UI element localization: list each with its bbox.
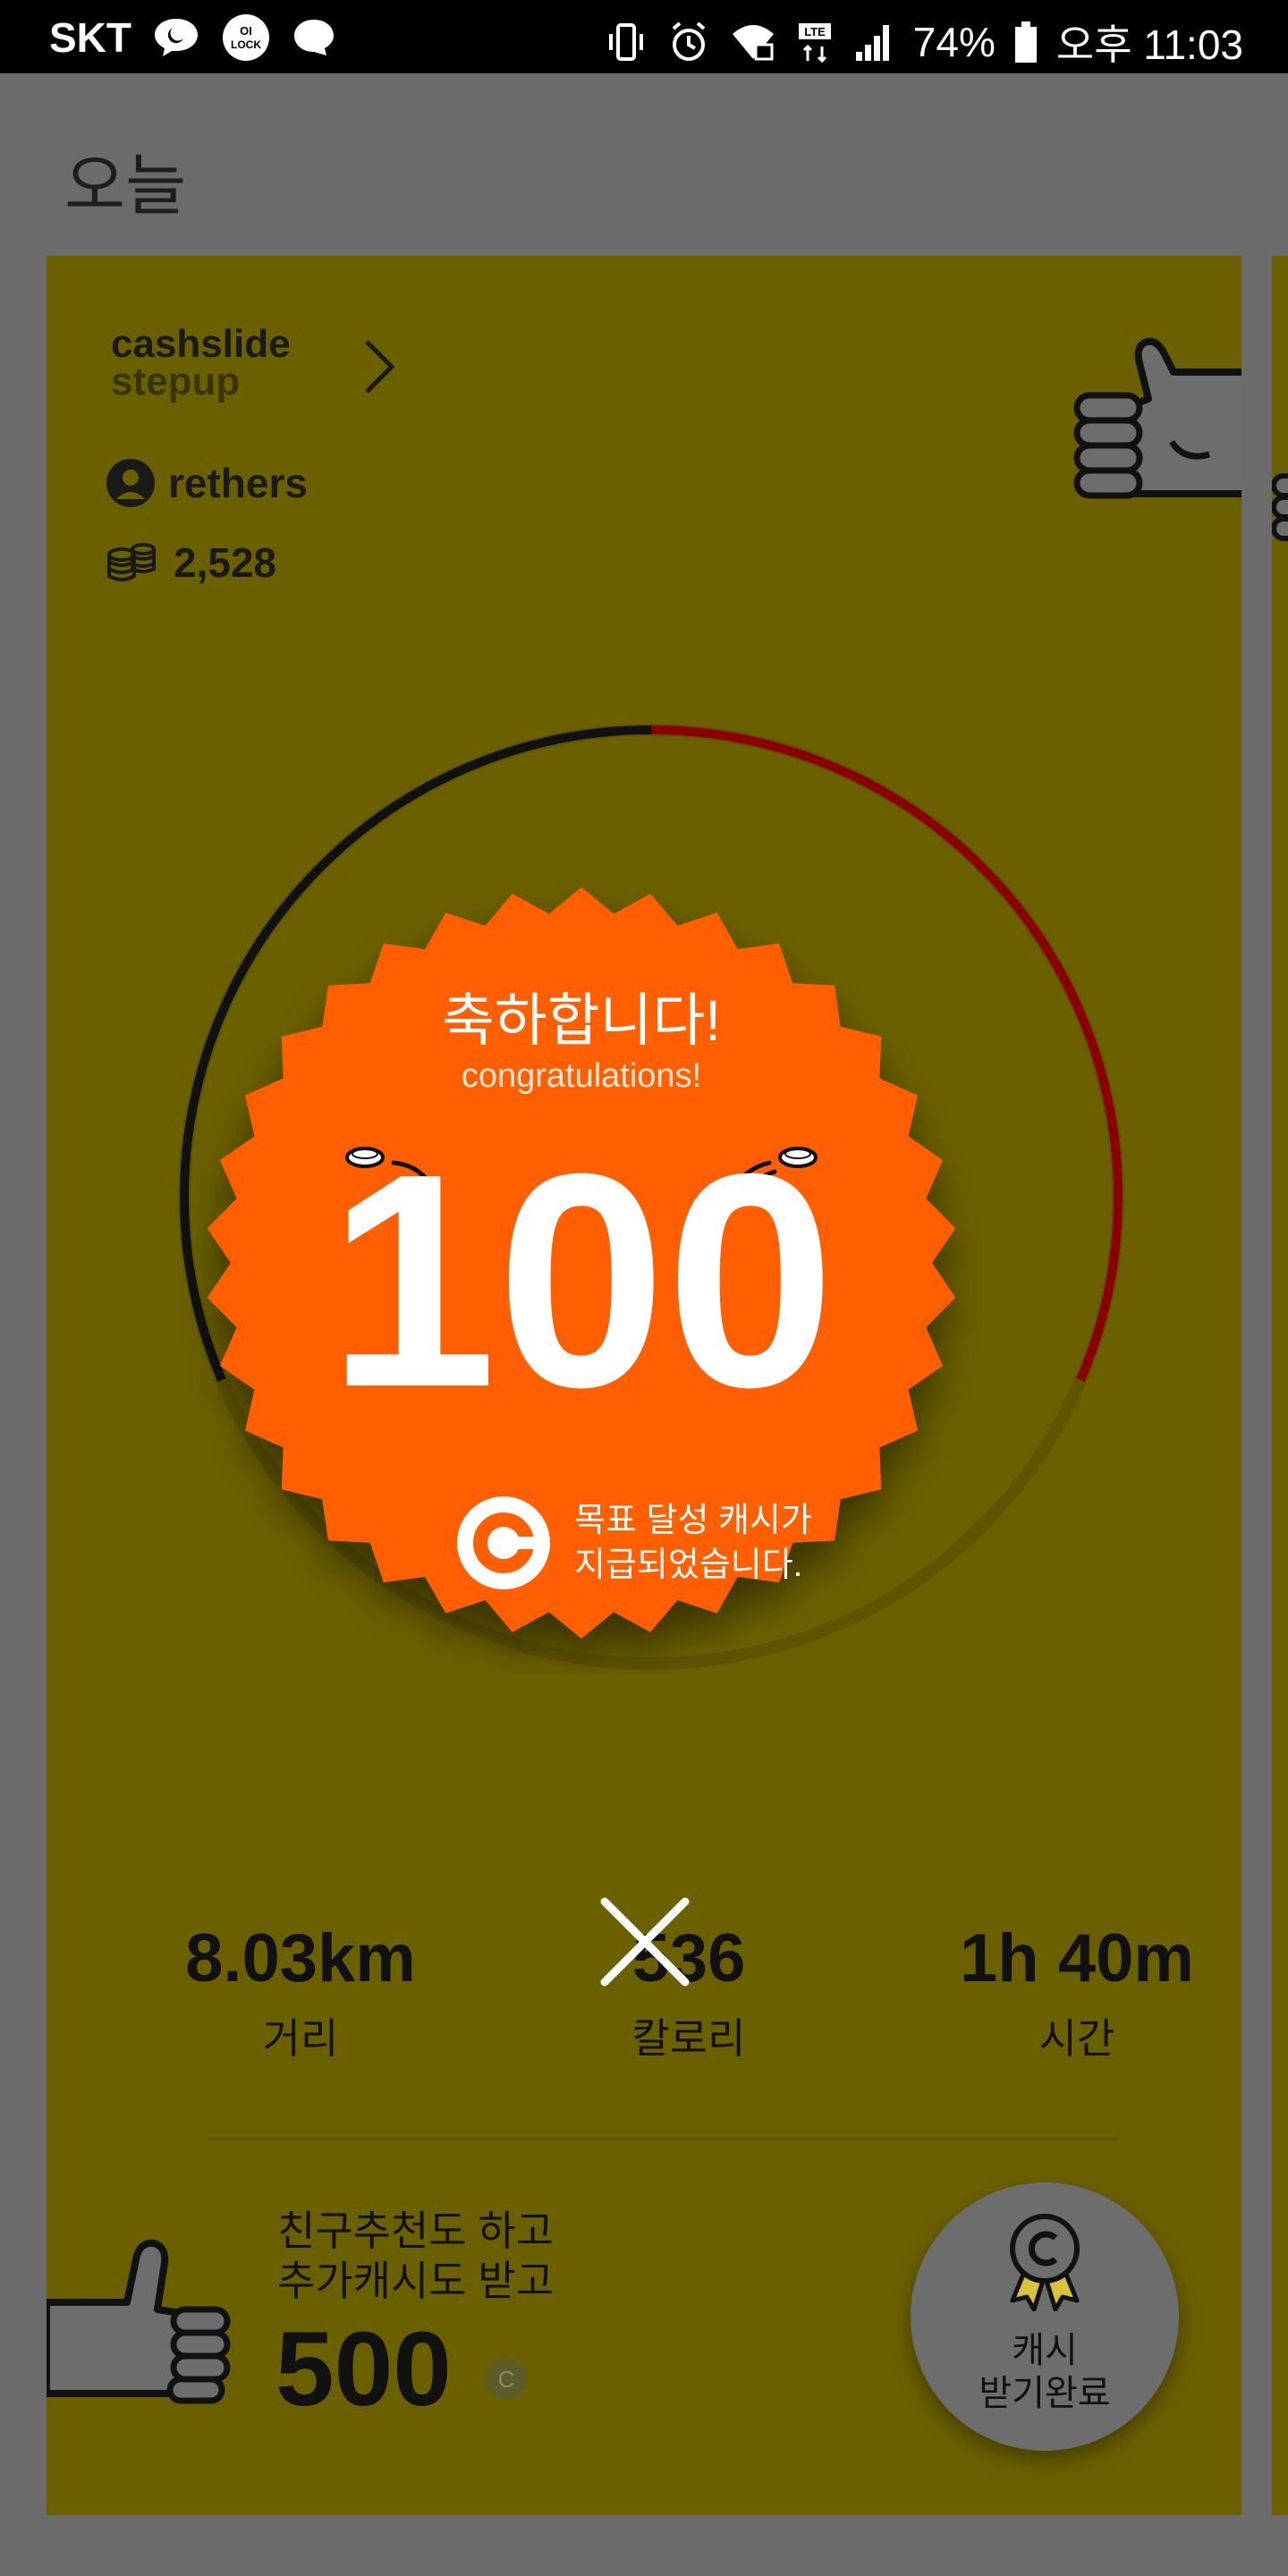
- claim-label-line1: 캐시: [1012, 2331, 1078, 2370]
- status-bar: SKT OI LOCK LTE 74% 오후 11:03: [0, 0, 1288, 73]
- carrier-label: SKT: [49, 14, 131, 61]
- referral-promo[interactable]: 친구추천도 하고 추가캐시도 받고: [277, 2206, 554, 2306]
- referral-line2: 추가캐시도 받고: [277, 2258, 555, 2304]
- username: rethers: [168, 460, 308, 506]
- cash-balance: 2,528: [174, 539, 277, 586]
- battery-percent: 74%: [912, 19, 996, 65]
- stat-time: 1h 40m 시간: [898, 1919, 1241, 2065]
- thumbs-up-icon: [1073, 337, 1241, 499]
- cash-coin-icon: [457, 1496, 550, 1589]
- close-icon[interactable]: [596, 1893, 694, 1991]
- lock-app-icon: OILOCK: [223, 14, 269, 61]
- brand-logo[interactable]: cashslide stepup: [111, 322, 291, 403]
- goal-popup: 축하합니다! congratulations! 100 목표 달성 캐시가 지급…: [179, 869, 984, 1674]
- svg-text:C: C: [498, 2366, 515, 2393]
- page-title: 오늘: [64, 148, 187, 223]
- brand-line2: stepup: [111, 360, 241, 403]
- signal-icon: [855, 25, 889, 61]
- divider: [208, 2138, 1120, 2140]
- chat-bubble-icon: [155, 19, 198, 56]
- stat-distance: 8.03km 거리: [122, 1919, 479, 2065]
- award-coin-icon: [1010, 2214, 1080, 2311]
- chevron-right-icon[interactable]: [361, 338, 397, 395]
- claim-label-line2: 받기완료: [979, 2374, 1111, 2413]
- wifi-icon: [732, 25, 774, 61]
- lte-icon: LTE: [798, 23, 831, 64]
- reward-message-line2: 지급되었습니다.: [574, 1546, 803, 1584]
- reward-message-line1: 목표 달성 캐시가: [574, 1502, 812, 1539]
- congrats-subtitle: congratulations!: [461, 1057, 702, 1095]
- clock: 오후 11:03: [1055, 21, 1243, 68]
- user-avatar-icon: [106, 459, 155, 507]
- vibrate-icon: [608, 23, 643, 61]
- user-row: rethers: [106, 458, 308, 508]
- cash-coin-icon: C: [486, 2359, 527, 2400]
- thumbs-up-icon: [47, 2239, 231, 2404]
- alarm-icon: [672, 21, 706, 61]
- coins-icon: [107, 543, 156, 581]
- reward-message: 목표 달성 캐시가 지급되었습니다.: [456, 1496, 812, 1590]
- stat-value: 1h 40m: [960, 1920, 1194, 1996]
- brand-line1: cashslide: [111, 322, 291, 366]
- thumbs-up-icon: [1272, 473, 1288, 541]
- claim-cash-button[interactable]: 캐시 받기완료: [911, 2182, 1179, 2451]
- referral-amount: 500: [275, 2310, 452, 2428]
- talk-bubble-icon: [294, 20, 334, 55]
- cash-balance-row: 2,528: [106, 538, 276, 587]
- stat-label: 칼로리: [631, 2015, 746, 2062]
- stat-label: 시간: [1038, 2015, 1115, 2062]
- step-card: cashslide stepup rethers 2,528 축하합니다! co…: [47, 256, 1241, 2515]
- referral-line1: 친구추천도 하고: [277, 2207, 555, 2254]
- stat-label: 거리: [262, 2015, 339, 2062]
- svg-text:LTE: LTE: [804, 25, 826, 38]
- battery-icon: [1014, 21, 1037, 63]
- svg-text:OI: OI: [240, 24, 252, 38]
- congrats-title: 축하합니다!: [441, 988, 722, 1053]
- svg-text:LOCK: LOCK: [231, 38, 261, 51]
- reward-amount: 100: [327, 1111, 835, 1451]
- stat-value: 8.03km: [185, 1920, 416, 1996]
- next-card-peek[interactable]: [1272, 256, 1288, 2515]
